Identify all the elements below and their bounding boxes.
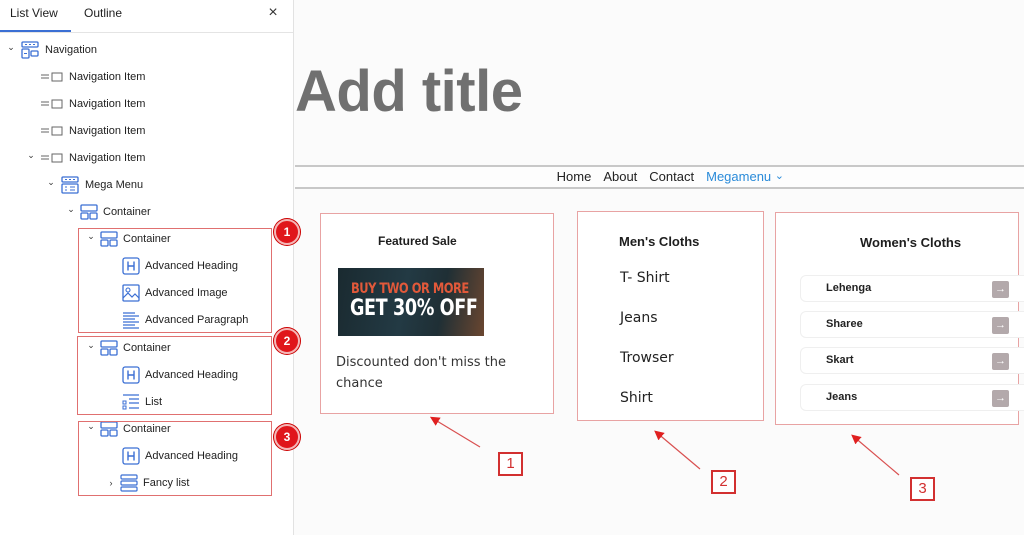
mens-cloths-container: Men's Cloths T- Shirt Jeans Trowser Shir… (577, 211, 764, 421)
fancy-list-item[interactable]: Jeans → (800, 384, 1024, 411)
nav-link-megamenu-label: Megamenu (706, 169, 772, 184)
callout-label-3: 3 (910, 477, 935, 501)
container-icon (80, 204, 98, 220)
nav-link-about[interactable]: About (603, 169, 637, 184)
annotation-box-3 (78, 421, 272, 496)
list-item[interactable]: Shirt (620, 390, 674, 430)
chevron-down-icon[interactable]: ⌄ (46, 177, 56, 188)
close-icon[interactable]: × (264, 4, 282, 22)
chevron-down-icon[interactable]: ⌄ (6, 42, 16, 53)
annotation-box-1 (78, 228, 272, 333)
featured-paragraph: Discounted don't miss the chance (336, 355, 506, 391)
editor-canvas: Add title Home About Contact Megamenu ⌄ … (295, 0, 1024, 535)
fancy-list-item[interactable]: Skart → (800, 347, 1024, 374)
arrow-right-icon: → (992, 390, 1009, 407)
callout-label-1: 1 (498, 452, 523, 476)
editor-screen: List View Outline × ⌄ Navigation Navigatio… (0, 0, 1024, 535)
chevron-down-icon[interactable]: ⌄ (26, 150, 36, 161)
navigation-item-icon (40, 71, 64, 83)
tree-item-mega-menu[interactable]: ⌄ Mega Menu (46, 174, 143, 196)
annotation-arrow-1 (429, 416, 481, 448)
tree-item-navigation[interactable]: ⌄ Navigation (6, 39, 97, 61)
annotation-arrow-3 (851, 434, 900, 476)
tab-list-view[interactable]: List View (10, 0, 58, 33)
panel-tabs: List View Outline × (0, 0, 293, 33)
featured-sale-heading: Featured Sale (378, 234, 457, 248)
arrow-right-icon: → (992, 353, 1009, 370)
womens-cloths-heading: Women's Cloths (860, 235, 962, 250)
tree-item-navigation-item[interactable]: ⌄ Navigation Item (26, 147, 145, 169)
tree-item-container[interactable]: ⌄ Container (66, 201, 151, 223)
list-item[interactable]: Jeans (620, 310, 674, 350)
chevron-down-icon[interactable]: ⌄ (66, 204, 76, 215)
active-tab-indicator (0, 30, 71, 32)
nav-link-megamenu[interactable]: Megamenu ⌄ (706, 169, 784, 184)
annotation-arrow-2 (654, 430, 701, 470)
tree-item-label: Navigation Item (69, 152, 146, 164)
fancy-list-label: Sharee (826, 318, 863, 330)
tree-item-label: Navigation (45, 44, 97, 56)
nav-links: Home About Contact Megamenu ⌄ (557, 169, 784, 184)
navigation-block-icon (20, 41, 40, 59)
fancy-list-item[interactable]: Sharee → (800, 311, 1024, 338)
womens-cloths-container: Women's Cloths Lehenga → Sharee → Skart … (775, 212, 1024, 425)
mega-menu-icon (60, 176, 80, 194)
callout-label-2: 2 (711, 470, 736, 494)
tree-item-navigation-item[interactable]: Navigation Item (40, 93, 145, 115)
chevron-down-icon: ⌄ (774, 170, 784, 182)
tree-item-navigation-item[interactable]: Navigation Item (40, 120, 145, 142)
navigation-item-icon (40, 152, 64, 164)
promo-image: BUY TWO OR MORE GET 30% OFF (338, 268, 484, 336)
tree-item-label: Navigation Item (69, 98, 146, 110)
promo-line-2: GET 30% OFF (350, 296, 478, 321)
nav-link-home[interactable]: Home (557, 169, 592, 184)
mens-cloths-heading: Men's Cloths (619, 234, 700, 249)
navigation-item-icon (40, 125, 64, 137)
tree-item-label: Navigation Item (69, 71, 146, 83)
navigation-bar: Home About Contact Megamenu ⌄ (295, 165, 1024, 189)
tree-item-navigation-item[interactable]: Navigation Item (40, 66, 145, 88)
fancy-list-label: Lehenga (826, 282, 872, 294)
arrow-right-icon: → (992, 281, 1009, 298)
annotation-box-2 (77, 336, 272, 415)
list-item[interactable]: Trowser (620, 350, 674, 390)
navigation-item-icon (40, 98, 64, 110)
list-view-panel: List View Outline × ⌄ Navigation Navigatio… (0, 0, 300, 535)
promo-line-1: BUY TWO OR MORE (351, 281, 469, 297)
fancy-list-label: Jeans (826, 391, 858, 403)
tab-outline[interactable]: Outline (84, 0, 122, 33)
mens-list: T- Shirt Jeans Trowser Shirt (620, 270, 674, 430)
tree-item-label: Container (103, 206, 151, 218)
list-item[interactable]: T- Shirt (620, 270, 674, 310)
tree-item-label: Navigation Item (69, 125, 146, 137)
fancy-list-label: Skart (826, 354, 854, 366)
tree-item-label: Mega Menu (85, 179, 144, 191)
nav-link-contact[interactable]: Contact (649, 169, 694, 184)
fancy-list-item[interactable]: Lehenga → (800, 275, 1024, 302)
page-title[interactable]: Add title (295, 58, 523, 125)
featured-sale-container: Featured Sale BUY TWO OR MORE GET 30% OF… (320, 213, 554, 414)
arrow-right-icon: → (992, 317, 1009, 334)
